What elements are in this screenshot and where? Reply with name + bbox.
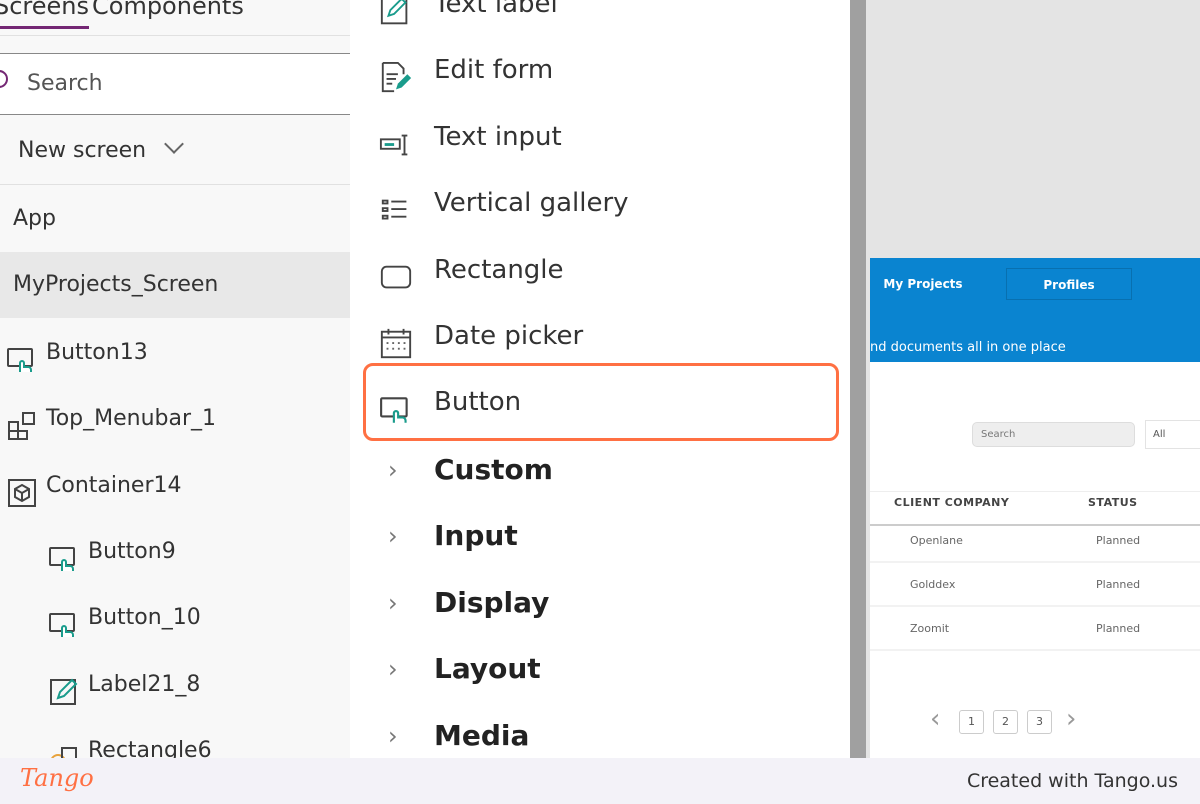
label-icon [48,669,80,705]
tree-item-label: Button_10 [88,605,201,631]
insert-item-label: Rectangle [434,254,564,285]
status-cell: Planned [1096,534,1141,547]
tree-item-label: MyProjects_Screen [13,272,219,297]
edit-form-icon [378,54,414,93]
tree-item-label: Button9 [88,538,176,564]
client-company-cell: Golddex [910,578,956,591]
insert-item-label: Text label [434,0,558,19]
tree-item[interactable]: Container14 [0,453,350,519]
highlight-box [363,363,839,441]
table-row[interactable]: Openlane Planned [870,521,1200,563]
tree-item-label: Button13 [46,340,148,365]
chevron-right-icon: › [388,588,398,617]
app-header: My Projects Profiles nd documents all in… [870,258,1200,362]
button-icon [48,536,80,571]
tree-item-label: Rectangle6 [88,737,212,758]
status-filter-dropdown[interactable]: All [1145,420,1200,449]
chevron-right-icon[interactable]: › [1066,704,1076,734]
chevron-right-icon: › [388,721,398,750]
tree-item[interactable]: Rectangle6 [0,718,350,758]
insert-item-label: Edit form [434,55,554,86]
client-company-cell: Zoomit [910,622,950,635]
panel-tabs: Screens Components [0,0,350,36]
app-preview: My Projects Profiles nd documents all in… [870,258,1200,758]
category-label: Layout [434,652,541,686]
search-icon [0,70,8,88]
date-picker-icon [378,320,414,359]
chevron-right-icon: › [388,655,398,684]
chevron-right-icon: › [388,522,398,551]
container-icon [6,470,38,507]
category-label: Custom [434,453,553,486]
tree-item[interactable]: Button13 [0,320,350,386]
status-cell: Planned [1096,578,1141,591]
tango-logo: Tango [20,764,94,792]
divider [0,184,350,185]
tree-item-label: Label21_8 [88,671,201,697]
text-input-icon [378,121,414,156]
insert-item-label: Date picker [434,321,584,351]
search-placeholder: Search [27,71,103,96]
footer: Tango Created with Tango.us [0,758,1200,804]
tree-item[interactable]: Top_Menubar_1 [0,386,350,452]
app-subtitle: nd documents all in one place [870,340,1066,355]
insert-item-label: Text input [434,121,562,152]
tree-item-label: Container14 [46,472,182,498]
page-button[interactable]: 1 [959,710,984,734]
insert-item-label: Vertical gallery [434,188,629,219]
new-screen-label: New screen [18,138,147,163]
tab-screens[interactable]: Screens [0,0,90,29]
column-header: STATUS [1088,496,1138,509]
tree-item[interactable]: Button9 [0,519,350,585]
text-label-icon [378,0,414,25]
button-icon [48,602,80,638]
status-cell: Planned [1096,622,1141,635]
gallery-icon [378,187,414,221]
column-header: CLIENT COMPANY [894,496,1010,509]
page-button[interactable]: 3 [1027,710,1052,734]
tree-item[interactable]: Button_10 [0,585,350,651]
shape-icon [48,735,80,758]
component-icon [6,403,38,441]
page-button[interactable]: 2 [993,710,1018,734]
credit-text: Created with Tango.us [966,770,1178,792]
client-company-cell: Openlane [910,534,963,547]
category-label: Input [434,519,518,553]
table-row[interactable]: Golddex Planned [870,565,1200,607]
table-row[interactable]: Zoomit Planned [870,609,1200,651]
tree-item-label: Top_Menubar_1 [46,406,217,432]
tree-item-app[interactable]: App [0,186,350,252]
app-search-input[interactable]: Search [972,422,1135,447]
tree-item-screen[interactable]: MyProjects_Screen [0,252,350,318]
tree-view-panel: Screens Components Search New screen App… [0,0,350,758]
tab-components[interactable]: Components [92,0,244,20]
category-label: Display [434,585,550,619]
new-screen-button[interactable]: New screen [18,118,350,184]
scrollbar[interactable] [850,0,866,758]
category-label: Media [434,718,530,752]
tree-item[interactable]: Label21_8 [0,652,350,718]
tree-search-input[interactable]: Search [0,53,350,115]
chevron-down-icon [164,134,185,154]
tree-item-label: App [13,206,56,231]
rectangle-icon [378,254,414,288]
nav-my-projects[interactable]: My Projects [870,268,976,300]
button-icon [6,337,38,372]
chevron-right-icon: › [388,456,398,484]
chevron-left-icon[interactable]: ‹ [930,704,940,734]
nav-profiles[interactable]: Profiles [1006,268,1132,300]
divider [870,491,1200,492]
